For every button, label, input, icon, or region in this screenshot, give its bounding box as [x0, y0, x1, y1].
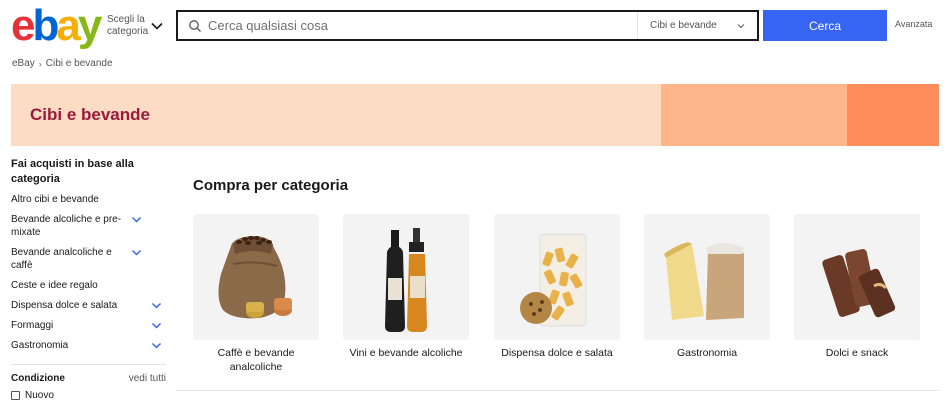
- logo-letter-b: b: [32, 1, 59, 50]
- condition-checkbox[interactable]: [11, 391, 20, 400]
- category-card[interactable]: Dolci e snack: [794, 214, 920, 360]
- condition-option-label: Nuovo: [25, 390, 54, 401]
- shop-by-category-label: Scegli la categoria: [107, 14, 149, 37]
- sidebar-item-label: Bevande alcoliche e pre-mixate: [11, 214, 122, 238]
- condition-filter-title: Condizione: [11, 373, 65, 384]
- cheese-flour-icon[interactable]: [644, 214, 770, 340]
- chevron-down-icon[interactable]: [151, 340, 162, 351]
- condition-option-nuovo[interactable]: Nuovo: [11, 390, 166, 401]
- wine-bottles-icon[interactable]: [343, 214, 469, 340]
- chevron-down-icon: [151, 22, 163, 30]
- search-input[interactable]: [208, 12, 637, 39]
- chevron-down-icon: [737, 24, 745, 29]
- sidebar-item-bevande-analcoliche[interactable]: Bevande analcoliche e caffè: [11, 246, 146, 272]
- sidebar-title: Fai acquisti in base alla categoria: [11, 158, 134, 185]
- breadcrumb-ebay-link[interactable]: eBay: [12, 58, 35, 69]
- chevron-down-icon[interactable]: [131, 214, 142, 225]
- sidebar-item-label: Bevande analcoliche e caffè: [11, 247, 112, 271]
- chevron-down-icon[interactable]: [131, 247, 142, 258]
- logo-letter-e: e: [11, 1, 36, 50]
- search-bar: Cibi e bevande: [176, 10, 759, 41]
- category-card-label[interactable]: Caffè e bevande analcoliche: [193, 346, 319, 374]
- category-card[interactable]: Vini e bevande alcoliche: [343, 214, 469, 360]
- sidebar-item-gastronomia[interactable]: Gastronomia: [11, 339, 166, 352]
- search-category-value: Cibi e bevande: [650, 20, 717, 31]
- breadcrumb-current: Cibi e bevande: [45, 58, 113, 69]
- coffee-sack-icon[interactable]: [193, 214, 319, 340]
- sidebar-item-bevande-alcoliche[interactable]: Bevande alcoliche e pre-mixate: [11, 213, 146, 239]
- search-icon: [189, 19, 201, 32]
- category-card[interactable]: Gastronomia: [644, 214, 770, 360]
- category-card[interactable]: Caffè e bevande analcoliche: [193, 214, 319, 374]
- sidebar-item-ceste[interactable]: Ceste e idee regalo: [11, 279, 166, 292]
- chocolate-bars-icon[interactable]: [794, 214, 920, 340]
- chevron-down-icon[interactable]: [151, 300, 162, 311]
- category-card-label[interactable]: Vini e bevande alcoliche: [343, 346, 469, 360]
- sidebar-item-label: Gastronomia: [11, 340, 69, 351]
- breadcrumb: eBay › Cibi e bevande: [12, 58, 113, 69]
- category-banner: Cibi e bevande: [11, 84, 939, 146]
- logo-letter-y: y: [77, 1, 103, 50]
- sidebar-item-label: Dispensa dolce e salata: [11, 300, 118, 311]
- sidebar-item-label: Ceste e idee regalo: [11, 280, 98, 291]
- content-divider: [176, 390, 939, 391]
- page-title: Cibi e bevande: [30, 105, 150, 124]
- sidebar-item-formaggi[interactable]: Formaggi: [11, 319, 166, 332]
- section-title: Compra per categoria: [193, 177, 349, 194]
- search-button[interactable]: Cerca: [763, 10, 887, 41]
- advanced-search-link[interactable]: Avanzata: [895, 19, 932, 29]
- category-card[interactable]: Dispensa dolce e salata: [494, 214, 620, 360]
- pasta-bag-icon[interactable]: [494, 214, 620, 340]
- ebay-logo[interactable]: ebay: [11, 1, 103, 50]
- sidebar-item-label: Formaggi: [11, 320, 54, 331]
- sidebar-item-label: Altro cibi e bevande: [11, 194, 99, 205]
- banner-accent-block-dark: [847, 84, 939, 146]
- logo-letter-a: a: [56, 1, 81, 50]
- condition-see-all-link[interactable]: vedi tutti: [129, 373, 166, 384]
- search-category-select[interactable]: Cibi e bevande: [637, 12, 757, 39]
- category-card-label[interactable]: Dolci e snack: [794, 346, 920, 360]
- category-card-label[interactable]: Gastronomia: [644, 346, 770, 360]
- sidebar: Fai acquisti in base alla categoria Altr…: [11, 157, 166, 401]
- category-card-label[interactable]: Dispensa dolce e salata: [494, 346, 620, 360]
- shop-by-category-button[interactable]: Scegli la categoria: [107, 14, 163, 38]
- chevron-down-icon[interactable]: [151, 320, 162, 331]
- condition-filter-header: Condizione vedi tutti: [11, 373, 166, 384]
- breadcrumb-separator-icon: ›: [38, 58, 42, 69]
- sidebar-item-altro[interactable]: Altro cibi e bevande: [11, 193, 166, 206]
- sidebar-item-dispensa[interactable]: Dispensa dolce e salata: [11, 299, 166, 312]
- sidebar-divider: [11, 364, 166, 365]
- banner-accent-block: [661, 84, 847, 146]
